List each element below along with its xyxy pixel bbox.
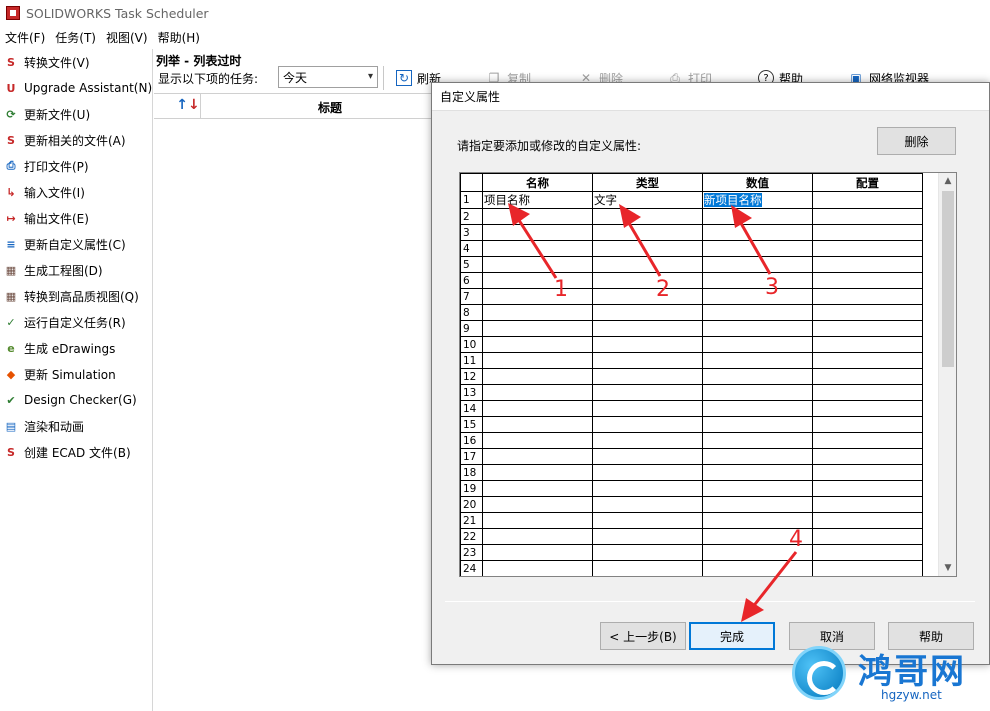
annotation-label-3: 3 — [765, 275, 779, 300]
annotation-label-1: 1 — [554, 277, 568, 302]
annotation-label-4: 4 — [789, 527, 803, 552]
arrow-3 — [731, 205, 772, 275]
arrow-4 — [741, 551, 798, 622]
arrow-1 — [508, 203, 558, 279]
annotation-label-2: 2 — [656, 277, 670, 302]
watermark-title: 鸿哥网 — [858, 652, 966, 692]
watermark-url: hgzyw.net — [881, 688, 942, 702]
watermark-logo-icon — [792, 646, 846, 700]
arrow-2 — [619, 204, 662, 277]
annotation-arrows — [508, 203, 798, 622]
site-watermark: 鸿哥网 hgzyw.net — [786, 640, 990, 711]
